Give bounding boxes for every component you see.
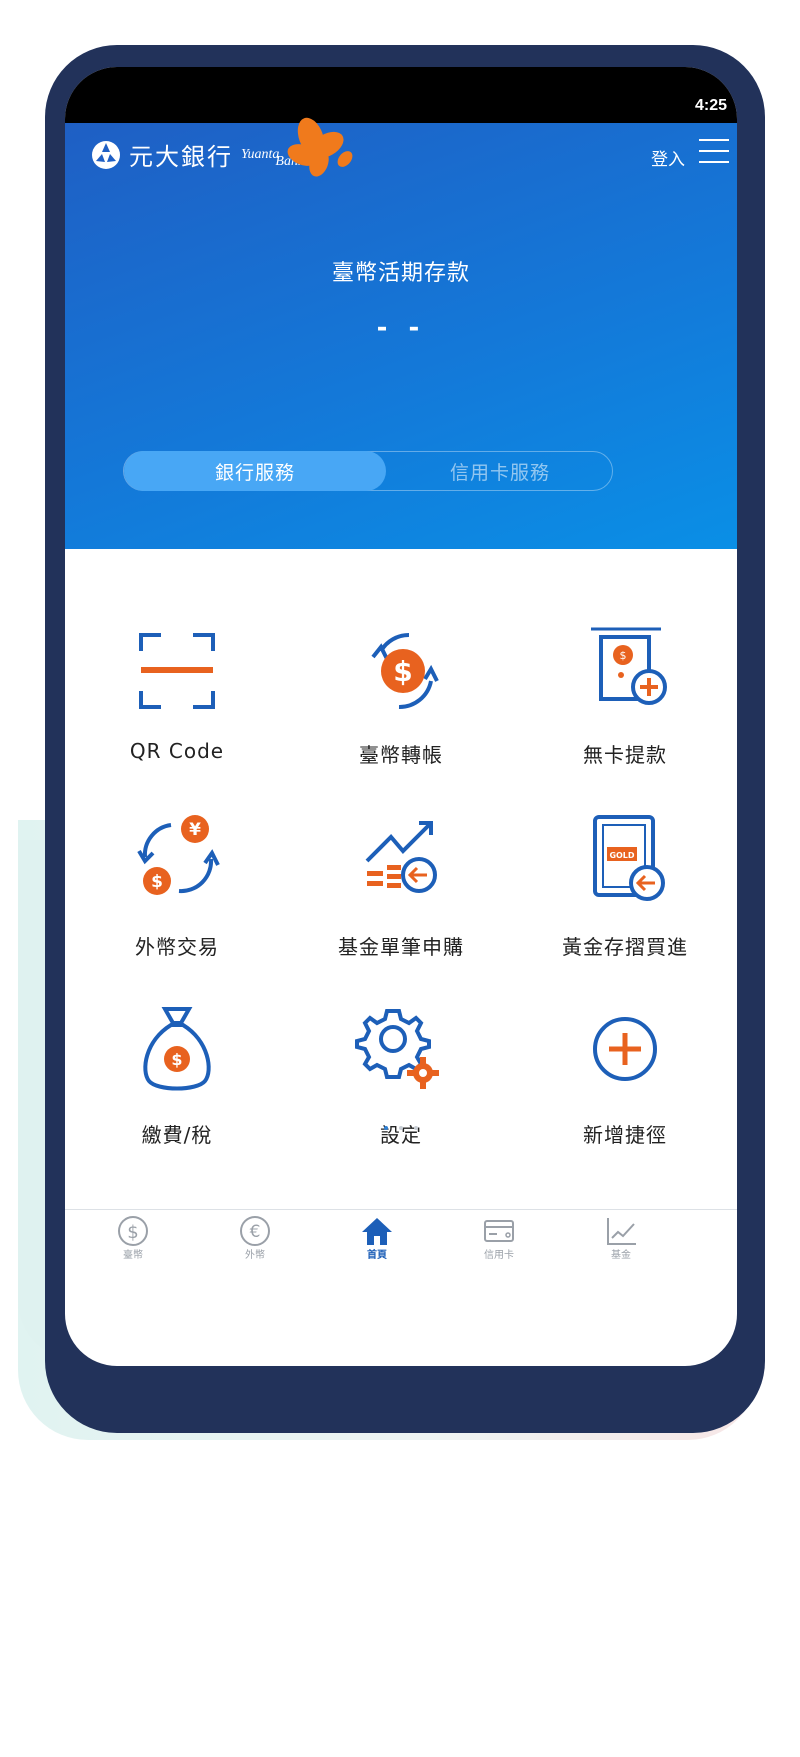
- feature-add-shortcut[interactable]: 新增捷徑: [513, 1001, 737, 1181]
- account-balance: - -: [376, 313, 426, 343]
- status-time: 4:25: [694, 97, 727, 114]
- account-title: 臺幣活期存款: [331, 261, 470, 286]
- cardless-withdrawal-icon: $: [591, 627, 667, 705]
- page-dot: [399, 1126, 403, 1130]
- flower-logo-icon: [287, 117, 353, 177]
- tab-bank-services[interactable]: 銀行服務: [124, 451, 386, 491]
- feature-gold-passbook[interactable]: GOLD 黃金存摺買進: [513, 813, 737, 993]
- tab-foreign-currency[interactable]: € 外幣: [205, 1214, 305, 1268]
- yuanta-logo-icon: [92, 140, 120, 169]
- add-shortcut-icon: [593, 1017, 657, 1081]
- hamburger-menu-icon[interactable]: [699, 139, 729, 167]
- svg-text:¥: ¥: [189, 820, 201, 840]
- dollar-coin-icon: $: [118, 1216, 148, 1246]
- brand-logo[interactable]: 元大銀行 Yuanta Bank: [91, 137, 304, 172]
- chart-icon: [607, 1218, 636, 1245]
- fund-purchase-icon: [365, 821, 437, 893]
- feature-label: 基金單筆申購: [338, 935, 464, 959]
- svg-text:$: $: [171, 1050, 182, 1069]
- svg-text:$: $: [620, 649, 627, 662]
- feature-label: 繳費/稅: [141, 1123, 213, 1147]
- phone-screen: 4:25 元大銀行 Yuanta Bank 登入 臺幣活期存款 - - 銀行服務…: [65, 67, 737, 1366]
- feature-label: 無卡提款: [583, 743, 667, 767]
- page-indicator: [345, 1115, 457, 1130]
- fx-exchange-icon: ¥ $: [137, 815, 220, 895]
- svg-text:$: $: [151, 872, 163, 892]
- account-header: 元大銀行 Yuanta Bank 登入 臺幣活期存款 - - 銀行服務 信用卡服…: [65, 117, 737, 549]
- feature-label: 外幣交易: [135, 935, 219, 959]
- tab-home[interactable]: 首頁: [327, 1214, 427, 1268]
- feature-label: 黃金存摺買進: [562, 935, 688, 959]
- tab-ntd[interactable]: $ 臺幣: [83, 1214, 183, 1268]
- feature-grid: QR Code $ 臺幣轉帳 $ 無卡提款 ¥ $ 外幣交易 基金單筆申購 GO…: [65, 549, 737, 1209]
- qr-scan-icon: [139, 633, 215, 709]
- bottom-tab-bar: $ 臺幣 € 外幣 首頁 信用卡 基金: [65, 1209, 737, 1269]
- euro-coin-icon: €: [240, 1216, 270, 1246]
- brand-en-name: Yuanta: [241, 146, 280, 162]
- home-icon: [362, 1218, 392, 1245]
- money-bag-icon: $: [143, 1007, 211, 1091]
- service-segment-control: 銀行服務 信用卡服務: [123, 451, 613, 491]
- feature-settings[interactable]: 設定: [289, 1001, 513, 1181]
- tab-label: 首頁: [367, 1250, 387, 1261]
- status-bar: 4:25: [65, 67, 737, 123]
- tab-label: 臺幣: [123, 1250, 143, 1261]
- page-dot-active: [383, 1126, 388, 1130]
- page: 4:25 元大銀行 Yuanta Bank 登入 臺幣活期存款 - - 銀行服務…: [0, 0, 800, 1757]
- svg-text:$: $: [393, 655, 412, 688]
- svg-text:GOLD: GOLD: [609, 851, 634, 860]
- svg-text:$: $: [127, 1222, 138, 1243]
- ntd-transfer-icon: $: [371, 632, 439, 710]
- feature-label: 臺幣轉帳: [359, 743, 443, 767]
- tab-label: 信用卡: [484, 1250, 514, 1261]
- feature-cardless-withdrawal[interactable]: $ 無卡提款: [513, 621, 737, 801]
- feature-fx-exchange[interactable]: ¥ $ 外幣交易: [65, 813, 289, 993]
- tab-fund[interactable]: 基金: [571, 1214, 671, 1268]
- feature-fund-purchase[interactable]: 基金單筆申購: [289, 813, 513, 993]
- settings-gear-icon: [355, 1009, 439, 1089]
- tab-credit-card[interactable]: 信用卡: [449, 1214, 549, 1268]
- tab-label: 外幣: [245, 1250, 265, 1261]
- login-button[interactable]: 登入: [651, 145, 685, 170]
- feature-label: QR Code: [129, 739, 225, 763]
- phone-frame: 4:25 元大銀行 Yuanta Bank 登入 臺幣活期存款 - - 銀行服務…: [45, 45, 765, 1433]
- tab-credit-card-services[interactable]: 信用卡服務: [386, 452, 614, 490]
- feature-qr-code[interactable]: QR Code: [65, 621, 289, 801]
- credit-card-icon: [484, 1220, 514, 1242]
- feature-label: 新增捷徑: [583, 1123, 667, 1147]
- brand-name: 元大銀行: [129, 143, 233, 171]
- feature-bill-tax-payment[interactable]: $ 繳費/稅: [65, 1001, 289, 1181]
- tab-label: 基金: [611, 1250, 631, 1261]
- svg-text:€: €: [250, 1222, 261, 1242]
- gold-passbook-icon: GOLD: [593, 815, 665, 901]
- feature-ntd-transfer[interactable]: $ 臺幣轉帳: [289, 621, 513, 801]
